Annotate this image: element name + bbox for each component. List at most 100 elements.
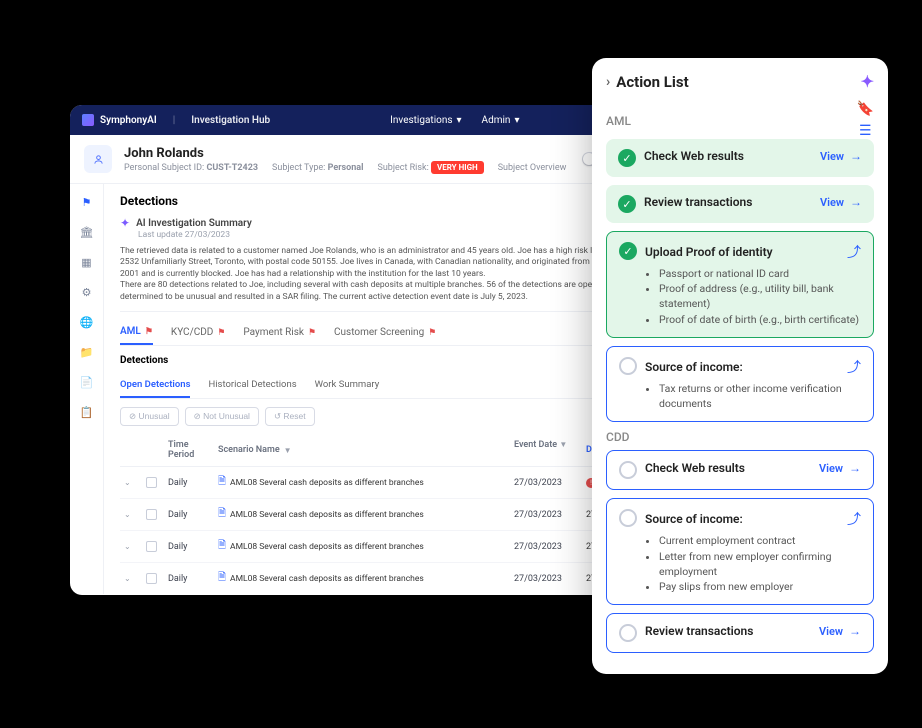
action-title: Check Web results [645,461,745,475]
tab-open-detections[interactable]: Open Detections [120,373,190,398]
list-item: Proof of address (e.g., utility bill, ba… [659,281,861,311]
action-title: Review transactions [644,195,752,209]
list-item: Passport or national ID card [659,266,861,281]
action-card[interactable]: Source of income: ⤴ Current employment con… [606,498,874,605]
top-nav: Investigations ▾ Admin ▾ [390,115,519,126]
expand-icon[interactable]: ⌄ [124,542,131,551]
sparkle-icon[interactable]: ✦ [861,72,874,91]
action-title: Review transactions [645,624,753,638]
summary-title: AI Investigation Summary [136,218,252,229]
tab-screening[interactable]: Customer Screening ⚑ [334,320,436,345]
panel-header: › Action List ✦ [606,72,874,91]
upload-icon[interactable]: ⤴ [847,509,861,529]
cell-period: Daily [168,478,210,488]
row-checkbox[interactable] [146,509,157,520]
action-card[interactable]: Review transactionsView→ [606,613,874,653]
action-title: Upload Proof of identity [645,245,773,259]
flag-icon: ⚑ [217,328,225,338]
cell-scenario: AML08 Several cash deposits as different… [230,478,424,488]
cell-scenario: AML08 Several cash deposits as different… [230,542,424,552]
action-sublist: Tax returns or other income verification… [645,381,861,411]
check-circle-icon: ✓ [619,242,637,260]
upload-icon[interactable]: ⤴ [847,357,861,377]
view-link[interactable]: View [820,150,844,163]
empty-circle-icon [619,509,637,527]
action-list-panel: › Action List ✦ AML 🔖 ☰ ✓ Check Web resul… [592,58,888,674]
list-item: Current employment contract [659,533,861,548]
expand-icon[interactable]: ⌄ [124,478,131,487]
chevron-right-icon[interactable]: › [606,74,610,90]
check-circle-icon: ✓ [618,149,636,167]
nav-investigations[interactable]: Investigations ▾ [390,115,461,126]
list-icon[interactable]: ☰ [859,123,872,139]
cell-event-date: 27/03/2023 [514,574,578,584]
cell-event-date: 27/03/2023 [514,510,578,520]
document-icon: 🗎 [218,474,226,491]
upload-icon[interactable]: ⤴ [847,242,861,262]
arrow-right-icon: → [850,195,862,209]
tab-work-summary[interactable]: Work Summary [315,373,380,398]
expand-icon[interactable]: ⌄ [124,574,131,583]
tab-payment[interactable]: Payment Risk ⚑ [243,320,316,345]
tab-historical-detections[interactable]: Historical Detections [208,373,296,398]
action-card[interactable]: Check Web results View → [606,450,874,490]
filter-icon[interactable]: ▼ [284,446,292,455]
chevron-down-icon: ▾ [514,115,519,126]
row-checkbox[interactable] [146,477,157,488]
rail-flag-icon[interactable]: ⚑ [79,194,95,210]
view-link[interactable]: View [820,196,844,209]
expand-icon[interactable]: ⌄ [124,510,131,519]
reset-button[interactable]: ↺ Reset [265,407,315,426]
rail-globe-icon[interactable]: 🌐 [79,314,95,330]
view-link[interactable]: View [819,462,843,475]
action-card[interactable]: ✓Check Web resultsView→ [606,139,874,177]
hub-name: Investigation Hub [191,115,270,126]
subject-name: John Rolands [124,146,566,161]
unusual-button[interactable]: ⊘ Unusual [120,407,179,426]
row-checkbox[interactable] [146,573,157,584]
cell-event-date: 27/03/2023 [514,542,578,552]
rail-grid-icon[interactable]: ▦ [79,254,95,270]
tab-kyc[interactable]: KYC/CDD ⚑ [171,320,226,345]
cell-period: Daily [168,542,210,552]
list-item: Proof of date of birth (e.g., birth cert… [659,312,861,327]
document-icon: 🗎 [218,538,226,555]
arrow-right-icon: → [849,461,861,475]
rail-clipboard-icon[interactable]: 📋 [79,404,95,420]
action-card[interactable]: Source of income: ⤴ Tax returns or other i… [606,346,874,422]
separator: | [173,115,176,126]
nav-admin[interactable]: Admin ▾ [482,115,520,126]
action-title: Source of income: [645,512,743,526]
list-item: Tax returns or other income verification… [659,381,861,411]
check-circle-icon: ✓ [618,195,636,213]
row-checkbox[interactable] [146,541,157,552]
document-icon: 🗎 [218,506,226,523]
view-link[interactable]: View [819,625,843,638]
list-item: Letter from new employer confirming empl… [659,549,861,579]
flag-icon: ⚑ [428,328,436,338]
aml-section-label: AML [606,114,631,128]
filter-icon[interactable]: ▼ [559,440,567,449]
action-card[interactable]: ✓ Review transactions View → [606,185,874,223]
sparkle-icon: ✦ [120,216,130,230]
rail-doc-icon[interactable]: 📄 [79,374,95,390]
rail-building-icon[interactable]: 🏛 [79,224,95,240]
action-card[interactable]: ✓ Upload Proof of identity ⤴ Passport or na… [606,231,874,338]
rail-sliders-icon[interactable]: ⚙ [79,284,95,300]
subject-meta: Personal Subject ID: CUST-T2423 Subject … [124,163,566,173]
empty-circle-icon [619,461,637,479]
cell-scenario: AML08 Several cash deposits as different… [230,510,424,520]
cell-event-date: 27/03/2023 [514,478,578,488]
panel-title: Action List [616,73,688,91]
action-title: Source of income: [645,360,743,374]
tab-aml[interactable]: AML ⚑ [120,320,153,345]
not-unusual-button[interactable]: ⊘ Not Unusual [185,407,259,426]
arrow-right-icon: → [850,149,862,163]
risk-badge: VERY HIGH [431,161,484,174]
rail-folder-icon[interactable]: 📁 [79,344,95,360]
chevron-down-icon: ▾ [457,115,462,126]
empty-circle-icon [619,624,637,642]
document-icon: 🗎 [218,570,226,587]
nav-label: Admin [482,115,511,126]
bookmark-icon[interactable]: 🔖 [857,101,874,117]
